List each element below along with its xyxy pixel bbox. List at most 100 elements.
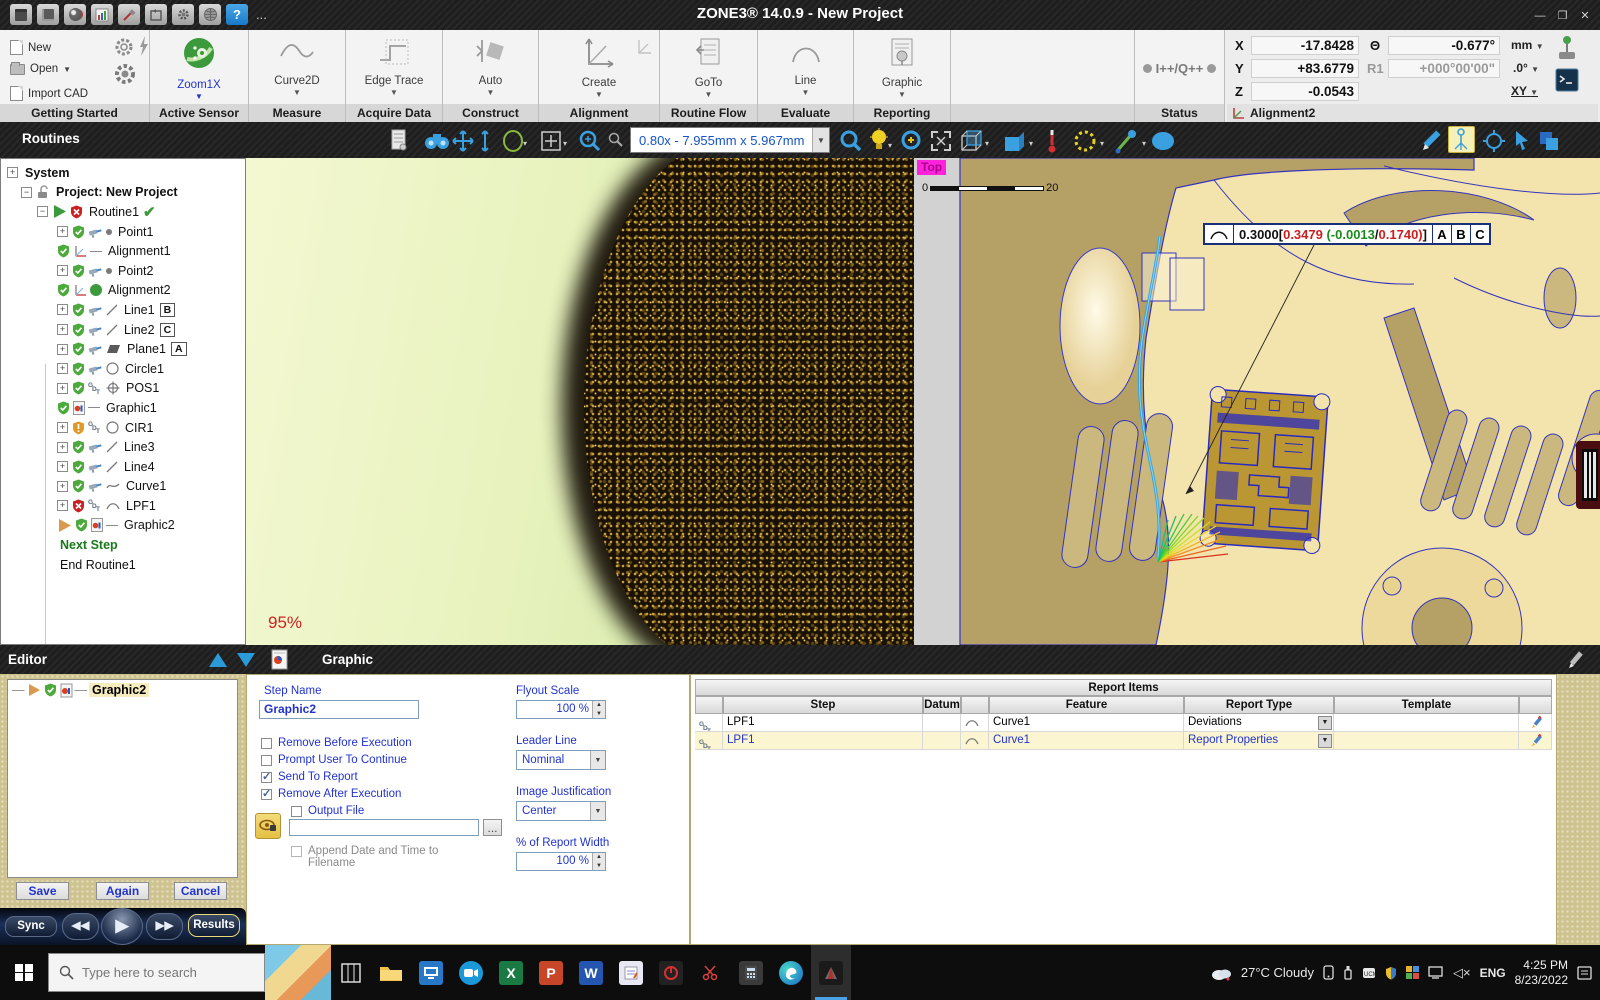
move-down-icon[interactable] [235,651,257,669]
zoom-fit-icon[interactable] [900,129,924,153]
report-col-icon2[interactable] [961,696,989,714]
joystick-icon[interactable] [1555,34,1579,62]
play-button[interactable]: ▶ [101,908,143,945]
active-alignment-bar[interactable]: Alignment2 [1227,104,1598,122]
wireframe-cube-icon[interactable]: ▾ [960,129,992,153]
spin-down-icon[interactable]: ▼ [592,862,605,871]
volume-muted-icon[interactable]: ◁× [1453,965,1471,981]
report-col-type[interactable]: Report Type [1184,696,1334,714]
edge-browser-button[interactable] [771,945,811,1000]
restore-icon[interactable]: ❐ [1554,9,1572,22]
report-col-feature[interactable]: Feature [989,696,1184,714]
report-row-1[interactable]: GDTLPF1Curve1Deviations▼ [695,714,1552,732]
report-width-spinner[interactable]: 100 % ▲▼ [516,852,606,871]
import-cad-button[interactable]: Import CAD [10,86,88,101]
tree-item-system[interactable]: +System [1,163,245,183]
word-button[interactable]: W [571,945,611,1000]
grid-box-tool-icon[interactable]: ▾ [540,130,570,152]
lamp-icon[interactable]: ▾ [869,128,895,154]
spin-up-icon[interactable]: ▲ [592,853,605,862]
callout-datum-b[interactable]: B [1451,225,1470,243]
curve2d-button[interactable]: Curve2D ▼ [249,36,345,104]
tree-expand-toggle[interactable]: + [57,461,68,472]
report-col-icon[interactable] [695,696,723,714]
news-widget-thumbnail[interactable] [265,945,331,1000]
edit-pencil-icon[interactable] [1530,734,1544,748]
alignment-secondary-icon[interactable] [635,38,653,56]
weather-text[interactable]: 27°C Cloudy [1241,965,1314,980]
routine-doc-icon[interactable] [390,128,408,152]
tree-expand-toggle[interactable]: + [57,481,68,492]
save-button[interactable]: Save [16,882,69,900]
tree-expand-toggle[interactable]: − [37,206,48,217]
move-up-icon[interactable] [207,651,229,669]
unit-deg-select[interactable]: .0° ▼ [1513,61,1539,75]
tree-expand-toggle[interactable]: + [7,167,18,178]
close-icon[interactable]: ✕ [1576,9,1594,22]
callout-datum-c[interactable]: C [1470,225,1489,243]
append-datetime-checkbox[interactable]: Append Date and Time to Filename [291,845,441,869]
spin-down-icon[interactable]: ▼ [592,710,605,719]
tree-item-point1[interactable]: +Point1 [1,222,245,242]
tree-item-line3[interactable]: +Line3 [1,437,245,457]
cad-view[interactable]: Top 0 20 0.3000[0.3479 (-0.0013/0.1740)]… [914,158,1600,645]
flyout-scale-spinner[interactable]: 100 % ▲▼ [516,700,606,719]
start-button[interactable] [0,945,48,1000]
zoom-region-icon[interactable] [578,129,602,153]
report-col-datum[interactable]: Datum [923,696,961,714]
results-button[interactable]: Results [188,914,240,937]
task-view-button[interactable] [331,945,371,1000]
tree-expand-toggle[interactable]: + [57,226,68,237]
notes-app-button[interactable] [611,945,651,1000]
tree-item-line1[interactable]: +Line1B [1,300,245,320]
tree-expand-toggle[interactable]: + [57,442,68,453]
magnification-combo[interactable]: 0.80x - 7.955mm x 5.967mm ▼ [630,127,830,153]
dropper-probe-icon[interactable]: ▾ [1114,128,1150,154]
checkbox-prompt-user-to-continue[interactable]: Prompt User To Continue [261,754,407,766]
edit-pencil-icon[interactable] [1530,716,1544,730]
tree-item-alignment2[interactable]: Alignment2 [1,281,245,301]
tree-item-line4[interactable]: +Line4 [1,457,245,477]
tree-expand-toggle[interactable]: + [57,383,68,394]
snagit-button[interactable] [651,945,691,1000]
checkbox-send-to-report[interactable]: Send To Report [261,771,358,783]
image-justification-select[interactable]: Center ▼ [516,801,606,821]
checkbox-remove-after-execution[interactable]: Remove After Execution [261,788,401,800]
line-evaluate-button[interactable]: Line ▼ [758,36,853,104]
network-display-icon[interactable] [1428,966,1444,979]
tree-item-graphic2[interactable]: Graphic2 [1,516,245,536]
output-file-input[interactable] [289,819,479,836]
tree-item-graphic1[interactable]: Graphic1 [1,398,245,418]
usb-icon[interactable] [1343,965,1353,980]
chevron-down-icon[interactable]: ▼ [1318,716,1332,730]
tree-item-point2[interactable]: +Point2 [1,261,245,281]
thermometer-icon[interactable] [1046,127,1058,155]
callout-datum-a[interactable]: A [1432,225,1451,243]
edit-pencil-icon[interactable] [1566,650,1586,670]
auto-button[interactable]: Auto ▼ [443,36,538,104]
console-icon[interactable] [1555,68,1579,92]
step-name-input[interactable]: Graphic2 [259,700,419,719]
minimize-icon[interactable]: — [1531,10,1549,22]
expand-view-icon[interactable] [930,130,952,152]
gear-icon[interactable] [113,62,137,86]
blue-ellipse-icon[interactable] [1150,130,1178,152]
excel-button[interactable]: X [491,945,531,1000]
unit-xy-select[interactable]: XY ▼ [1511,84,1538,98]
taskbar-search[interactable] [48,953,265,992]
tree-expand-toggle[interactable]: + [57,265,68,276]
language-indicator[interactable]: ENG [1480,966,1506,980]
report-cell-type[interactable]: Deviations▼ [1184,714,1334,732]
browse-button[interactable]: ... [483,819,502,836]
defender-shield-icon[interactable] [1385,966,1397,980]
tree-expand-toggle[interactable]: + [57,344,68,355]
calibration-icon[interactable] [113,36,135,58]
color-app-icon[interactable] [1406,966,1419,979]
new-button[interactable]: New [10,40,51,55]
tree-expand-toggle[interactable]: − [21,187,32,198]
tree-item-next-step[interactable]: Next Step [1,535,245,555]
tree-expand-toggle[interactable]: + [57,500,68,511]
powerpoint-button[interactable]: P [531,945,571,1000]
tree-expand-toggle[interactable]: + [57,363,68,374]
measurement-callout[interactable]: 0.3000[0.3479 (-0.0013/0.1740)] ABC [1203,223,1491,245]
